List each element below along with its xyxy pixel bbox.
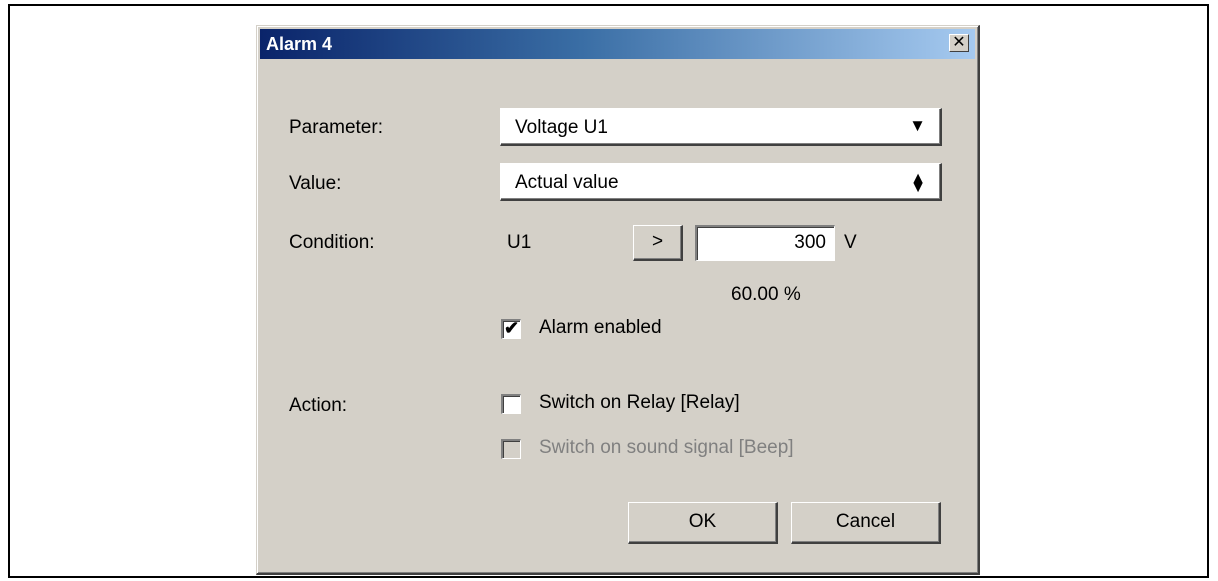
threshold-input[interactable]: 300 — [695, 225, 835, 261]
alarm-enabled-checkbox[interactable]: ✔ — [501, 318, 521, 339]
value-selector[interactable]: Actual value ▲ ▼ — [500, 163, 942, 201]
dialog-title: Alarm 4 — [266, 34, 333, 54]
relay-label: Switch on Relay [Relay] — [539, 392, 740, 413]
chevron-down-icon: ▼ — [909, 116, 926, 135]
up-down-icon: ▲ ▼ — [910, 170, 926, 196]
threshold-percent: 60.00 % — [731, 284, 801, 305]
ok-button[interactable]: OK — [628, 502, 778, 544]
beep-label: Switch on sound signal [Beep] — [539, 437, 794, 458]
alarm-enabled-label: Alarm enabled — [539, 317, 662, 338]
parameter-dropdown[interactable]: Voltage U1 ▼ — [500, 108, 942, 146]
title-bar[interactable]: Alarm 4 ✕ — [260, 29, 975, 59]
relay-checkbox[interactable] — [501, 394, 521, 414]
checkmark-icon: ✔ — [504, 318, 520, 338]
operator-button[interactable]: > — [633, 225, 683, 261]
condition-label: Condition: — [289, 232, 375, 253]
value-value: Actual value — [515, 172, 619, 193]
threshold-unit: V — [844, 232, 857, 253]
parameter-value: Voltage U1 — [515, 117, 608, 138]
close-icon: ✕ — [952, 34, 966, 51]
close-button[interactable]: ✕ — [949, 34, 969, 52]
beep-checkbox — [501, 439, 521, 459]
value-label: Value: — [289, 173, 342, 194]
parameter-label: Parameter: — [289, 117, 383, 138]
alarm-dialog: Alarm 4 ✕ Parameter: Voltage U1 ▼ Value:… — [256, 25, 980, 575]
cancel-button[interactable]: Cancel — [791, 502, 941, 544]
action-label: Action: — [289, 395, 348, 416]
condition-variable: U1 — [507, 232, 532, 253]
